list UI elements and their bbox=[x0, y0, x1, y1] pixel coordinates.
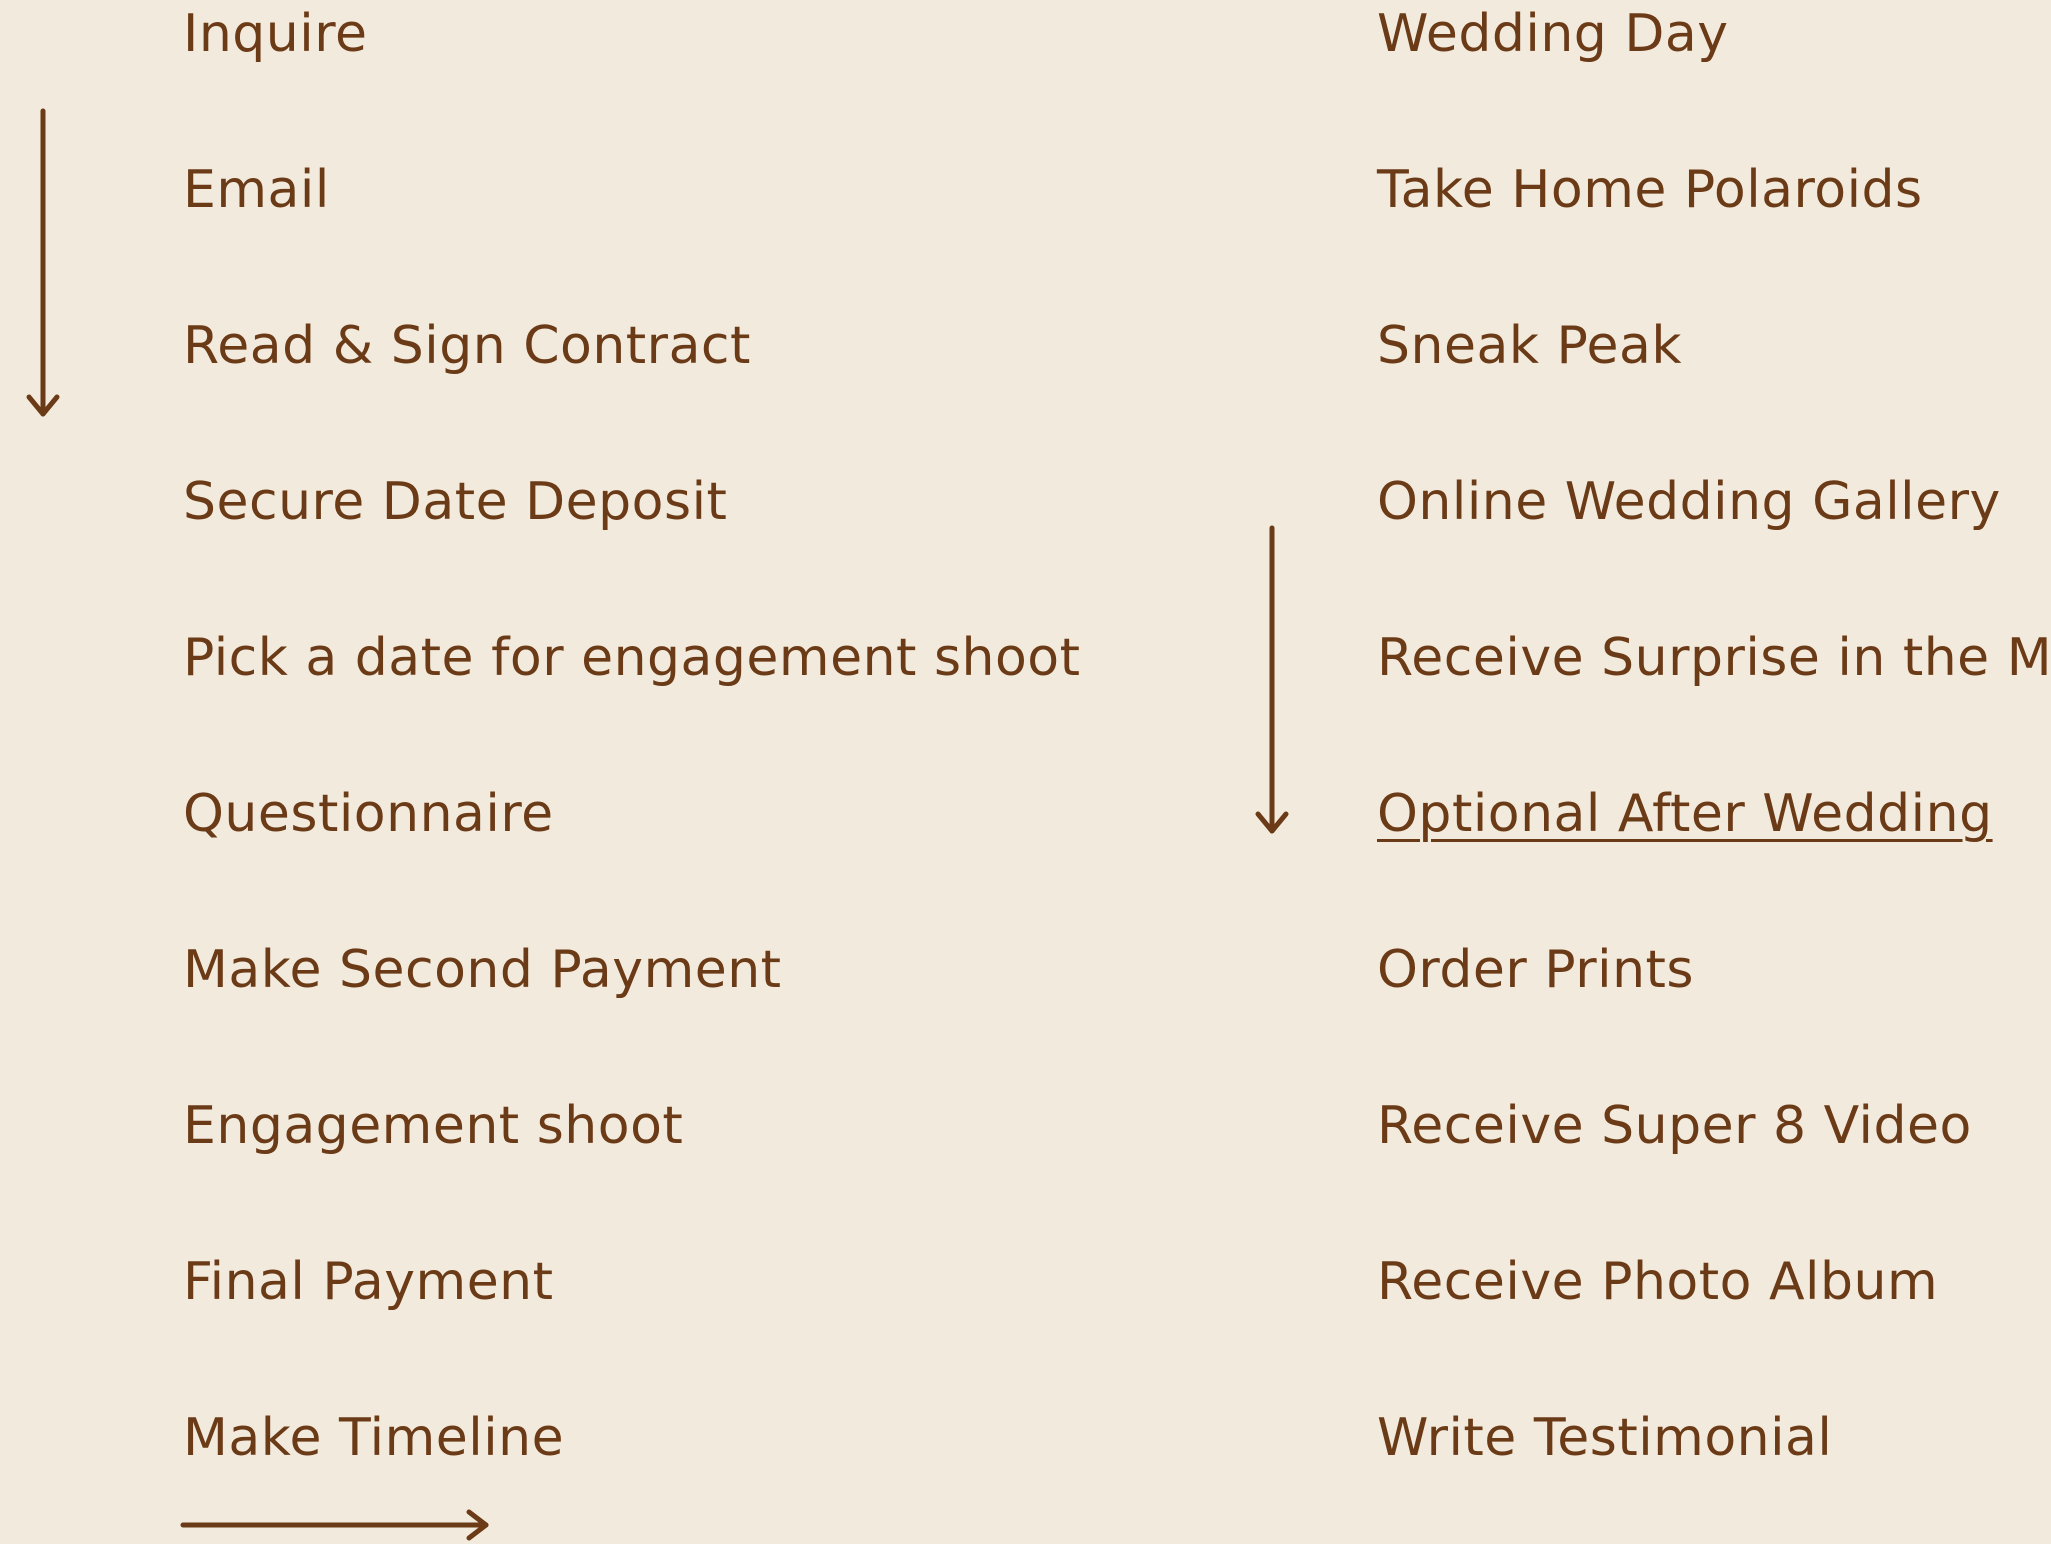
arrow-down-icon bbox=[26, 108, 60, 417]
step-pick-engagement-date: Pick a date for engagement shoot bbox=[183, 628, 1081, 688]
step-read-sign-contract: Read & Sign Contract bbox=[183, 316, 751, 376]
step-sneak-peak: Sneak Peak bbox=[1377, 316, 1682, 376]
step-order-prints: Order Prints bbox=[1377, 940, 1695, 1000]
step-wedding-day: Wedding Day bbox=[1377, 4, 1729, 64]
step-make-timeline: Make Timeline bbox=[183, 1408, 565, 1468]
step-engagement-shoot: Engagement shoot bbox=[183, 1096, 684, 1156]
step-online-wedding-gallery: Online Wedding Gallery bbox=[1377, 472, 2001, 532]
step-secure-date-deposit: Secure Date Deposit bbox=[183, 472, 728, 532]
step-receive-photo-album: Receive Photo Album bbox=[1377, 1252, 1939, 1312]
step-make-second-payment: Make Second Payment bbox=[183, 940, 782, 1000]
arrow-right-icon bbox=[180, 1509, 489, 1541]
arrow-down-icon bbox=[1255, 525, 1289, 834]
step-write-testimonial: Write Testimonial bbox=[1377, 1408, 1833, 1468]
step-receive-surprise-mail: Receive Surprise in the Mail bbox=[1377, 628, 2051, 688]
step-email: Email bbox=[183, 160, 330, 220]
section-heading-optional-after-wedding: Optional After Wedding bbox=[1377, 784, 1993, 844]
step-final-payment: Final Payment bbox=[183, 1252, 554, 1312]
step-inquire: Inquire bbox=[183, 4, 368, 64]
step-take-home-polaroids: Take Home Polaroids bbox=[1377, 160, 1923, 220]
step-questionnaire: Questionnaire bbox=[183, 784, 554, 844]
step-receive-super-8-video: Receive Super 8 Video bbox=[1377, 1096, 1972, 1156]
